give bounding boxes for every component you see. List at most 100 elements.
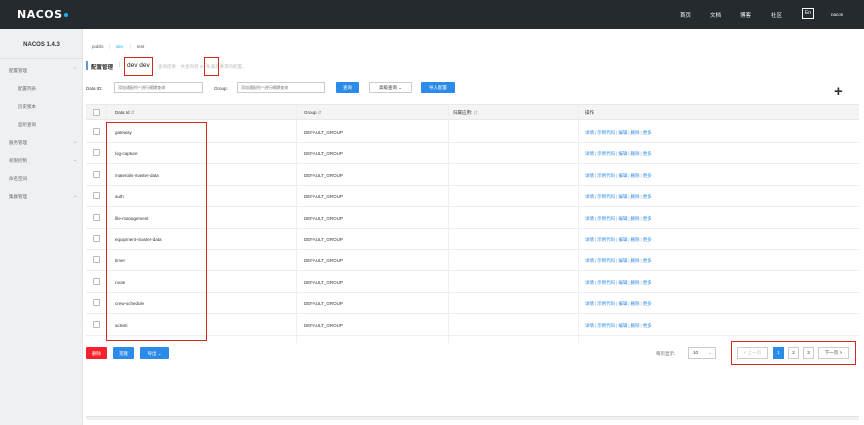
- sample-code-link[interactable]: 示例代码: [597, 216, 615, 221]
- delete-link[interactable]: 删除: [631, 151, 640, 156]
- nav-docs[interactable]: 文档: [710, 11, 721, 19]
- row-checkbox[interactable]: [93, 192, 100, 200]
- row-checkbox[interactable]: [93, 320, 100, 328]
- delete-link[interactable]: 删除: [631, 301, 640, 306]
- page-2-button[interactable]: 2: [788, 347, 799, 359]
- sample-code-link[interactable]: 示例代码: [597, 194, 615, 199]
- edit-link[interactable]: 编辑: [618, 151, 627, 156]
- delete-link[interactable]: 删除: [631, 130, 640, 135]
- detail-link[interactable]: 详情: [585, 280, 594, 285]
- sample-code-link[interactable]: 示例代码: [597, 173, 615, 178]
- delete-button[interactable]: 删除: [86, 347, 107, 359]
- detail-link[interactable]: 详情: [585, 323, 594, 328]
- detail-link[interactable]: 详情: [585, 258, 594, 263]
- detail-link[interactable]: 详情: [585, 130, 594, 135]
- language-switch-button[interactable]: En: [802, 8, 814, 19]
- edit-link[interactable]: 编辑: [618, 323, 627, 328]
- edit-link[interactable]: 编辑: [618, 130, 627, 135]
- sample-code-link[interactable]: 示例代码: [597, 323, 615, 328]
- chevron-down-icon[interactable]: ⌄: [73, 157, 77, 163]
- row-checkbox[interactable]: [93, 213, 100, 221]
- namespace-tab-test[interactable]: test: [137, 44, 144, 49]
- sidebar-item-namespace[interactable]: 命名空间: [9, 176, 27, 182]
- sidebar-item-access-control[interactable]: 权限控制: [9, 158, 27, 164]
- edit-link[interactable]: 编辑: [618, 301, 627, 306]
- advanced-search-button[interactable]: 高级查询 ⌄: [369, 82, 412, 93]
- sample-code-link[interactable]: 示例代码: [597, 258, 615, 263]
- more-link[interactable]: 更多: [643, 258, 652, 263]
- clone-button[interactable]: 克隆: [113, 347, 134, 359]
- delete-link[interactable]: 删除: [631, 194, 640, 199]
- more-link[interactable]: 更多: [643, 216, 652, 221]
- add-config-icon[interactable]: +: [834, 84, 843, 99]
- more-link[interactable]: 更多: [643, 280, 652, 285]
- more-link[interactable]: 更多: [643, 301, 652, 306]
- row-checkbox[interactable]: [93, 170, 100, 178]
- nacos-logo[interactable]: NACOS: [17, 8, 68, 21]
- delete-link[interactable]: 删除: [631, 280, 640, 285]
- edit-link[interactable]: 编辑: [618, 237, 627, 242]
- chevron-up-icon[interactable]: ⌃: [73, 67, 77, 73]
- export-button[interactable]: 导出 ⌄: [140, 347, 169, 359]
- detail-link[interactable]: 详情: [585, 237, 594, 242]
- more-link[interactable]: 更多: [643, 130, 652, 135]
- more-link[interactable]: 更多: [643, 237, 652, 242]
- sidebar-item-service-management[interactable]: 服务管理: [9, 140, 27, 146]
- import-config-button[interactable]: 导入配置: [421, 82, 455, 93]
- page-3-button[interactable]: 3: [803, 347, 814, 359]
- select-all-checkbox[interactable]: [93, 109, 100, 116]
- row-checkbox[interactable]: [93, 235, 100, 242]
- row-checkbox[interactable]: [93, 149, 100, 157]
- sample-code-link[interactable]: 示例代码: [597, 237, 615, 242]
- sidebar-item-config-management[interactable]: 配置管理: [9, 68, 27, 74]
- sample-code-link[interactable]: 示例代码: [597, 151, 615, 156]
- nav-community[interactable]: 社区: [771, 11, 782, 19]
- more-link[interactable]: 更多: [643, 173, 652, 178]
- detail-link[interactable]: 详情: [585, 194, 594, 199]
- prev-page-button[interactable]: < 上一页: [737, 347, 768, 359]
- detail-link[interactable]: 详情: [585, 301, 594, 306]
- edit-link[interactable]: 编辑: [618, 280, 627, 285]
- sample-code-link[interactable]: 示例代码: [597, 280, 615, 285]
- user-name[interactable]: nacos: [831, 12, 843, 17]
- detail-link[interactable]: 详情: [585, 151, 594, 156]
- page-1-button[interactable]: 1: [773, 347, 784, 359]
- more-link[interactable]: 更多: [643, 151, 652, 156]
- edit-link[interactable]: 编辑: [618, 194, 627, 199]
- row-checkbox[interactable]: [93, 277, 100, 285]
- sidebar-item-listener[interactable]: 监听查询: [18, 122, 36, 128]
- detail-link[interactable]: 详情: [585, 216, 594, 221]
- edit-link[interactable]: 编辑: [618, 216, 627, 221]
- delete-link[interactable]: 删除: [631, 237, 640, 242]
- delete-link[interactable]: 删除: [631, 173, 640, 178]
- nav-home[interactable]: 首页: [680, 11, 691, 19]
- more-link[interactable]: 更多: [643, 194, 652, 199]
- namespace-tab-public[interactable]: public: [92, 44, 104, 49]
- chevron-down-icon[interactable]: ⌄: [73, 139, 77, 145]
- edit-link[interactable]: 编辑: [618, 258, 627, 263]
- edit-link[interactable]: 编辑: [618, 173, 627, 178]
- more-link[interactable]: 更多: [643, 323, 652, 328]
- next-page-button[interactable]: 下一页 >: [818, 347, 849, 359]
- column-header-data-id[interactable]: Data Id ⇵: [115, 110, 135, 116]
- page-size-select[interactable]: 10 ⌄: [688, 347, 716, 359]
- horizontal-scrollbar[interactable]: [86, 416, 859, 420]
- data-id-input[interactable]: [114, 82, 203, 93]
- delete-link[interactable]: 删除: [631, 216, 640, 221]
- sample-code-link[interactable]: 示例代码: [597, 130, 615, 135]
- row-checkbox[interactable]: [93, 299, 100, 307]
- column-header-app[interactable]: 归属应用: ⇵: [453, 110, 478, 116]
- nav-blog[interactable]: 博客: [740, 11, 751, 19]
- detail-link[interactable]: 详情: [585, 173, 594, 178]
- sidebar-item-history[interactable]: 历史版本: [18, 104, 36, 110]
- chevron-down-icon[interactable]: ⌄: [73, 193, 77, 199]
- delete-link[interactable]: 删除: [631, 323, 640, 328]
- delete-link[interactable]: 删除: [631, 258, 640, 263]
- row-checkbox[interactable]: [93, 256, 100, 264]
- namespace-tab-dev[interactable]: dev: [116, 44, 123, 49]
- search-button[interactable]: 查询: [336, 82, 359, 93]
- group-input[interactable]: [237, 82, 325, 93]
- column-header-group[interactable]: Group ⇵: [304, 110, 322, 116]
- sample-code-link[interactable]: 示例代码: [597, 301, 615, 306]
- row-checkbox[interactable]: [93, 128, 100, 135]
